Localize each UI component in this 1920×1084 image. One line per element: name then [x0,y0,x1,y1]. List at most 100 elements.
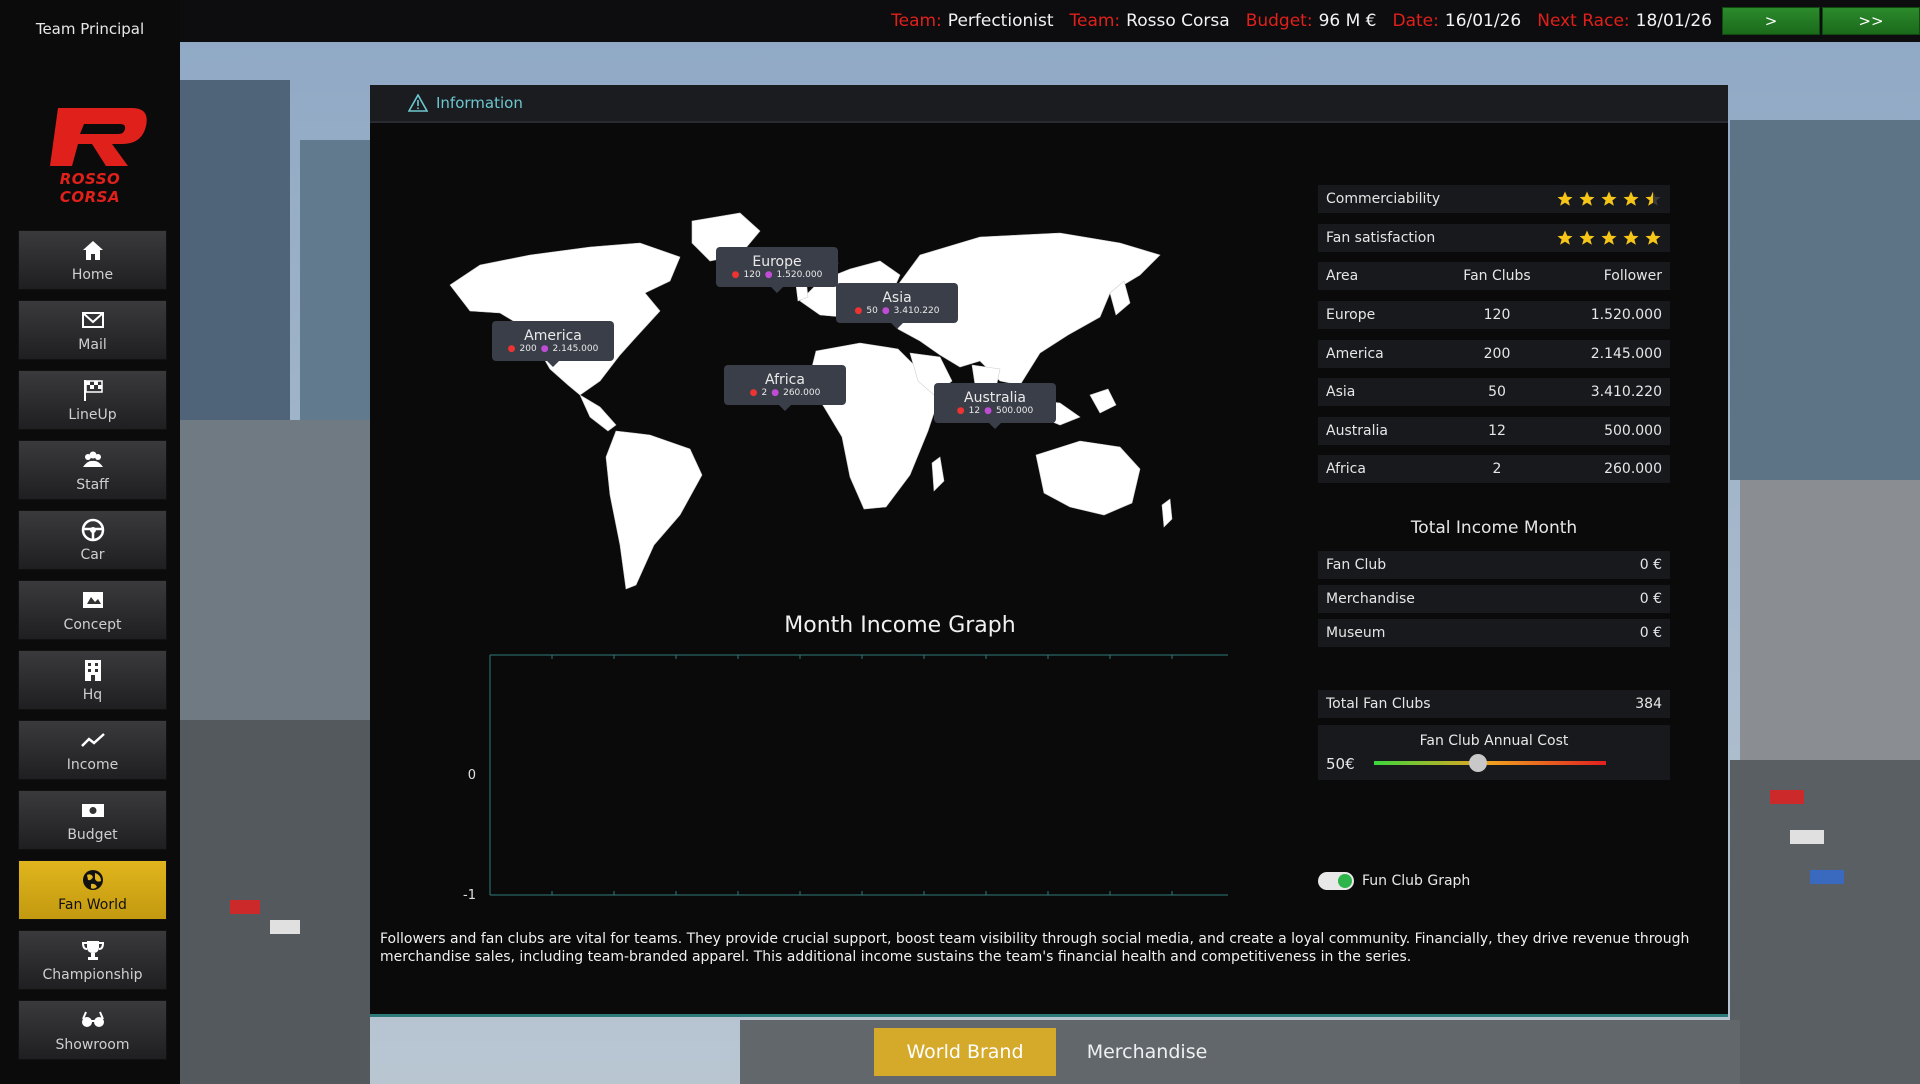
team2-value: Rosso Corsa [1126,11,1230,31]
world-map-shape [449,212,1173,590]
income-row-museum: Museum 0 € [1318,619,1670,647]
sidebar-item-car[interactable]: Car [18,510,167,570]
area-table-header: Area Fan Clubs Follower [1318,262,1670,290]
sidebar-item-staff[interactable]: Staff [18,440,167,500]
star-icon [1623,230,1639,245]
star-icon [1601,230,1617,245]
map-pin-europe[interactable]: Europe ● 120 ● 1.520.000 [716,247,838,293]
followers-icon: ● [881,306,890,316]
pin-followers: 3.410.220 [893,306,940,316]
next-race-label: Next Race: [1537,11,1630,31]
area-fan-clubs: 2 [1492,461,1502,477]
commerciability-label: Commerciability [1326,191,1441,207]
fan-club-cost-box: Fan Club Annual Cost 50€ [1318,725,1670,780]
slider-handle[interactable] [1469,754,1488,772]
followers-icon: ● [540,344,549,354]
sidebar-item-home[interactable]: Home [18,230,167,290]
pin-name: America [524,328,582,344]
area-followers: 1.520.000 [1590,307,1662,323]
advance-to-race-button[interactable]: >> [1822,7,1920,35]
sidebar-item-label: Budget [67,827,118,843]
fan-satisfaction-stars [1556,229,1662,247]
trend-icon [79,727,107,753]
rosso-corsa-logo-icon [50,108,147,166]
follower-header: Follower [1603,268,1662,284]
area-name: Africa [1326,461,1366,477]
concept-icon [79,587,107,613]
sidebar-item-label: Income [66,757,119,773]
sidebar-item-income[interactable]: Income [18,720,167,780]
income-row-fan-club: Fan Club 0 € [1318,551,1670,579]
fan-satisfaction-row: Fan satisfaction [1318,224,1670,252]
steering-wheel-icon [79,517,107,543]
team-value: Perfectionist [947,11,1054,31]
area-fan-clubs: 50 [1488,384,1506,400]
sidebar-item-hq[interactable]: Hq [18,650,167,710]
total-income-title: Total Income Month [1410,518,1578,538]
star-icon [1579,191,1595,206]
fan-club-graph-toggle[interactable] [1318,872,1354,890]
pin-clubs: 200 [519,344,537,354]
map-pin-america[interactable]: America ● 200 ● 2.145.000 [492,321,614,367]
fan-world-description: Followers and fan clubs are vital for te… [380,931,1690,965]
pin-followers: 2.145.000 [552,344,599,354]
tab-merchandise[interactable]: Merchandise [1056,1028,1238,1076]
total-fan-clubs-value: 384 [1635,696,1662,712]
area-followers: 2.145.000 [1590,345,1662,362]
sidebar-item-championship[interactable]: Championship [18,930,167,990]
date-label: Date: [1392,11,1439,31]
sidebar-item-label: Concept [63,617,122,633]
followers-icon: ● [771,388,780,398]
sidebar-item-label: Home [71,267,114,283]
pin-clubs: 12 [968,406,981,416]
total-fan-clubs-row: Total Fan Clubs 384 [1318,690,1670,718]
pin-clubs: 120 [743,270,761,280]
location-pin-icon: ● [854,306,863,316]
followers-icon: ● [984,406,992,416]
location-pin-icon: ● [731,270,740,280]
graph-ticks [551,655,1173,895]
map-pin-australia[interactable]: Australia ● 12 ● 500.000 [934,383,1056,429]
sidebar-item-fan-world[interactable]: Fan World [18,860,167,920]
area-row-america: America 200 2.145.000 [1318,339,1670,368]
sidebar-item-showroom[interactable]: Showroom [18,1000,167,1060]
star-icon [1557,191,1573,206]
sidebar-item-concept[interactable]: Concept [18,580,167,640]
panel-title: Information [436,94,523,112]
map-pin-africa[interactable]: Africa ● 2 ● 260.000 [724,365,846,411]
role-title: Team Principal [35,20,145,38]
star-icon [1601,191,1617,206]
tab-world-brand[interactable]: World Brand [874,1028,1056,1076]
team-logo: ROSSO CORSA [28,104,152,206]
fan-club-graph-label: Fun Club Graph [1362,873,1471,889]
area-row-asia: Asia 50 3.410.220 [1318,378,1670,406]
area-followers: 3.410.220 [1590,384,1662,400]
advance-day-button[interactable]: > [1722,7,1820,35]
pin-name: Africa [765,372,805,388]
sidebar-item-lineup[interactable]: LineUp [18,370,167,430]
followers-icon: ● [764,270,773,280]
fan-club-cost-slider[interactable] [1374,754,1606,772]
area-fan-clubs: 120 [1483,307,1511,323]
fan-club-cost-value: 50€ [1326,755,1355,773]
glasses-icon [79,1007,107,1033]
mail-icon [79,307,107,333]
area-row-australia: Australia 12 500.000 [1318,416,1670,445]
star-icon [1579,230,1595,245]
income-amount: 0 € [1639,625,1662,641]
sidebar-item-mail[interactable]: Mail [18,300,167,360]
world-map[interactable]: Europe ● 120 ● 1.520.000 Asia ● 50 ● 3.410.220… [440,185,1270,605]
star-icon [1645,230,1661,245]
map-pin-asia[interactable]: Asia ● 50 ● 3.410.220 [836,283,958,329]
area-name: Asia [1326,384,1356,400]
location-pin-icon: ● [956,406,965,416]
sidebar-item-label: Showroom [55,1037,130,1053]
sidebar-item-label: LineUp [68,407,117,423]
fan-world-panel: Information Europe ● 120 ● 1.520.000 Asi… [370,85,1728,1017]
top-status-bar: Team: Perfectionist Team: Rosso Corsa Budg… [0,0,1920,42]
sidebar-item-label: Championship [42,967,143,983]
team2-label: Team: [1069,11,1121,31]
area-name: Europe [1326,307,1376,323]
staff-icon [79,447,107,473]
sidebar-item-budget[interactable]: Budget [18,790,167,850]
